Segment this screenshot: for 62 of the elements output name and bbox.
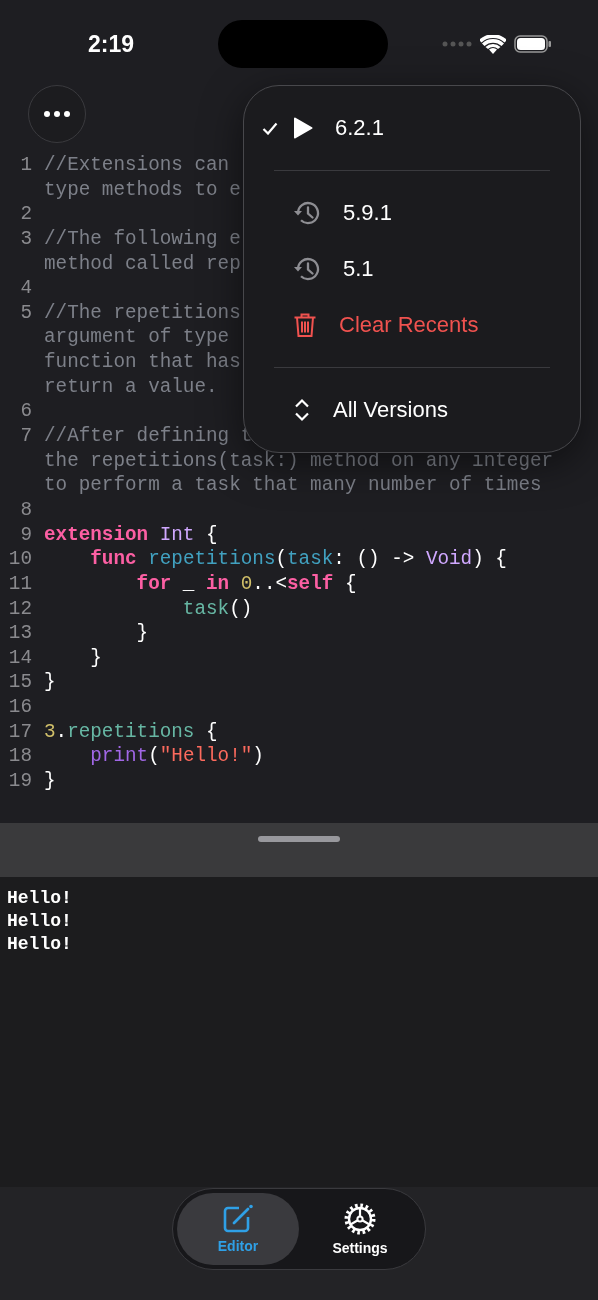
menu-item[interactable]: 5.1 — [244, 241, 580, 297]
line-number: 18 — [7, 744, 33, 769]
code-text: } — [44, 671, 56, 694]
line-number: 2 — [19, 202, 33, 227]
code-text: function that has — [44, 351, 241, 374]
line-number: 13 — [7, 621, 33, 646]
history-icon — [293, 256, 321, 282]
code-text: for _ in 0..<self { — [135, 572, 357, 595]
output-text: Hello! — [7, 910, 73, 933]
code-text: return a value. — [44, 375, 218, 398]
code-text: } — [135, 622, 149, 645]
gear-icon — [343, 1202, 377, 1236]
code-text: //The repetitions — [44, 301, 241, 324]
split-bar[interactable] — [0, 823, 598, 877]
code-text: 3.repetitions { — [44, 720, 218, 743]
line-number: 17 — [7, 719, 33, 745]
output-text: Hello! — [7, 887, 73, 910]
wifi-icon — [480, 34, 506, 54]
line-number: 5 — [19, 300, 33, 326]
battery-icon — [514, 35, 552, 53]
line-number: 10 — [7, 547, 33, 572]
drag-handle[interactable] — [258, 836, 340, 842]
edit-icon — [222, 1204, 254, 1234]
line-number: 15 — [7, 670, 33, 696]
code-text: func repetitions(task: () -> Void) { — [89, 548, 507, 571]
tab[interactable]: Editor — [177, 1193, 299, 1265]
code-text: the repetitions(task:) method on any integer — [44, 449, 554, 472]
line-number: 11 — [7, 571, 33, 597]
output-text: Hello! — [7, 933, 73, 956]
more-icon — [43, 111, 71, 117]
line-number: 8 — [19, 497, 33, 523]
line-number: 12 — [7, 596, 33, 622]
line-number: 9 — [19, 522, 33, 548]
code-text: print("Hello!") — [89, 745, 264, 768]
code-text: method called rep — [44, 252, 241, 275]
chevron-up-down-icon — [293, 397, 311, 422]
code-text: extension Int { — [44, 523, 218, 546]
line-number: 4 — [19, 276, 33, 301]
menu-item[interactable]: 6.2.1 — [244, 100, 580, 156]
line-number: 7 — [19, 424, 33, 450]
menu-item[interactable]: 5.9.1 — [244, 185, 580, 241]
clear-recents-item[interactable]: Clear Recents — [244, 297, 580, 353]
history-icon — [293, 200, 321, 226]
tab[interactable]: Settings — [299, 1193, 421, 1265]
code-text: } — [89, 646, 102, 669]
line-number: 19 — [7, 769, 33, 794]
code-text: type methods to e — [44, 178, 241, 201]
line-number: 3 — [19, 226, 33, 252]
code-text: argument of type — [44, 326, 230, 349]
status-time: 2:19 — [88, 30, 135, 58]
play-icon — [293, 117, 313, 139]
code-text: task() — [181, 597, 253, 620]
signal-icon — [442, 41, 472, 47]
code-text: } — [44, 770, 56, 792]
code-text: //The following e — [44, 227, 241, 250]
line-number: 6 — [19, 399, 33, 425]
code-text: to perform a task that many number of times — [44, 474, 542, 497]
line-number: 1 — [19, 153, 33, 178]
line-number: 16 — [7, 695, 33, 720]
line-number: 14 — [7, 645, 33, 671]
code-text: //Extensions can — [44, 154, 230, 176]
trash-icon — [293, 312, 317, 338]
